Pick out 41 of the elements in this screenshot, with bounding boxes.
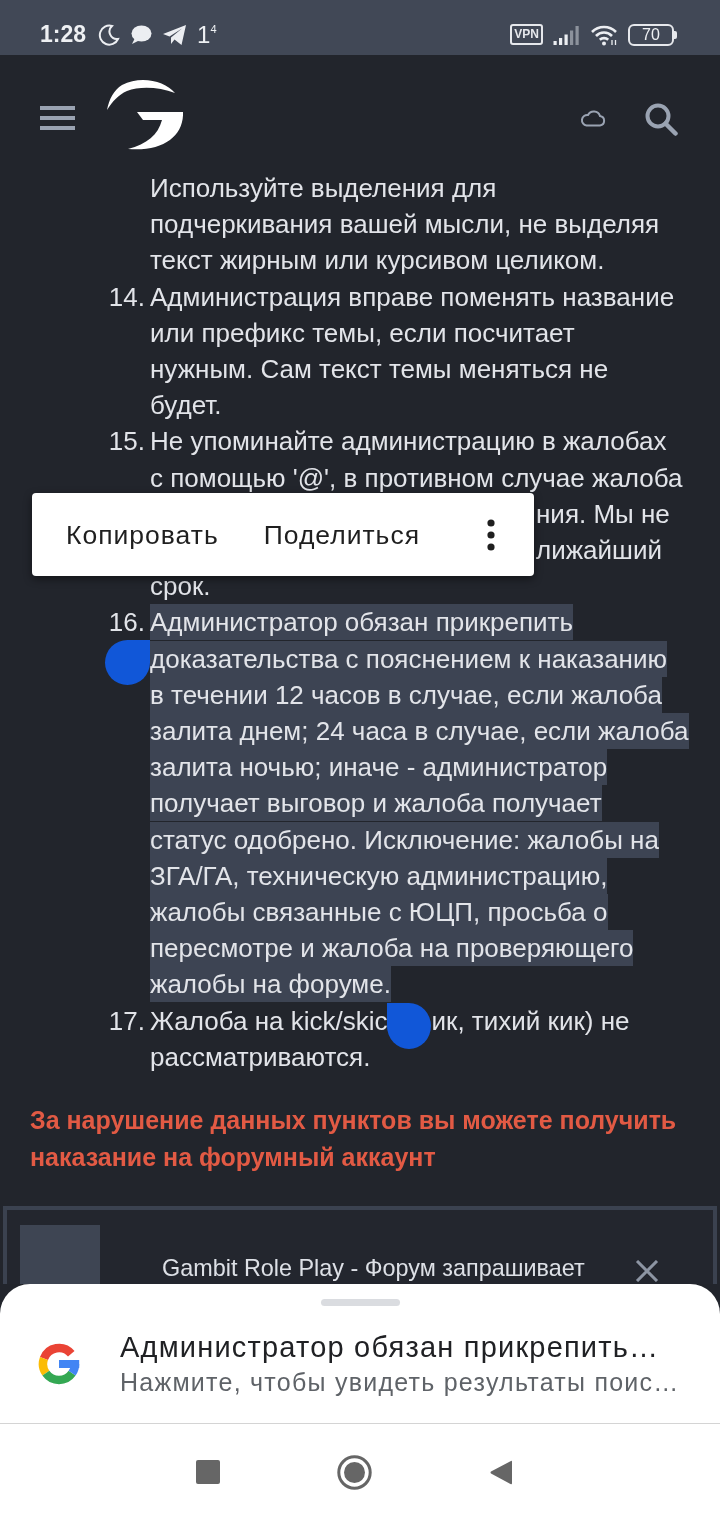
share-button[interactable]: Поделиться [263,519,421,550]
rule-text-fragment: лижайший [536,535,662,566]
rule-text: срок. [150,570,211,604]
back-icon[interactable] [488,1458,513,1486]
menu-icon[interactable] [40,105,75,130]
moon-icon [98,23,121,46]
rule-text-fragment: ния. Мы не [536,498,670,529]
selection-start-handle[interactable] [105,640,150,686]
copy-button[interactable]: Копировать [66,519,219,550]
rule-number: 16. [107,606,145,640]
search-icon[interactable] [644,101,678,136]
rule-text: рассматриваются. [150,1041,371,1072]
more-options-icon[interactable] [487,518,495,551]
rule-number: 14. [107,280,145,314]
rule-number: 15. [107,425,145,459]
status-time: 1:28 [40,21,87,48]
suggestion-subtitle[interactable]: Нажмите, чтобы увидеть результаты поис… [120,1365,680,1399]
battery-indicator: 70 [628,23,677,46]
circle-icon[interactable] [336,1454,372,1490]
wifi-icon [590,23,618,46]
status-indicator: 1$^{4}$ [197,20,217,49]
consent-message: Gambit Role Play - Форум запрашивает [162,1256,585,1281]
drag-handle[interactable] [320,1299,400,1306]
warning-text: За нарушение данных пунктов вы можете получить наказание на форумный аккаунт [30,1105,678,1174]
chat-bubble-icon [130,24,153,45]
rule-text: Жалоба на kick/skic [150,1004,388,1038]
cloud-icon[interactable] [580,108,606,127]
site-logo[interactable] [107,78,183,150]
signal-icon [553,24,580,45]
selection-end-handle[interactable] [387,1002,432,1049]
paper-plane-icon [162,23,188,46]
rule-number: 17. [107,1004,145,1038]
rule-text: Используйте выделения для подчеркивания вашей мысли, не выделяя текст жирным или курсивом целиком. [150,172,660,278]
square-icon[interactable] [195,1460,220,1484]
suggestion-title[interactable]: Администратор обязан прикрепить… [120,1329,660,1365]
vpn-badge: VPN [510,24,543,45]
rule-text: Администратор обязан прикрепить доказательства с пояснением к наказанию в течении 12 часов в случае, если жалоба залита днем; 24 часа в случае, если жалоба залита ночью; иначе - администратор получает выговор и жалоба получает статус одобрено. Исключение: жалобы на ЗГА/ГА, техническую администрацию, жалобы связанные с ЮЦП, просьба о пересмотре и жалоба на проверяющего жалобы на форуме. [150,604,689,1003]
rule-text: ик, тихий кик) не [431,1004,630,1038]
g-logo-icon [37,1342,81,1386]
rule-text: Администрация вправе поменять название или префикс темы, если посчитает нужным. Сам текст темы меняться не будет. [150,280,675,423]
close-icon[interactable] [634,1260,660,1283]
